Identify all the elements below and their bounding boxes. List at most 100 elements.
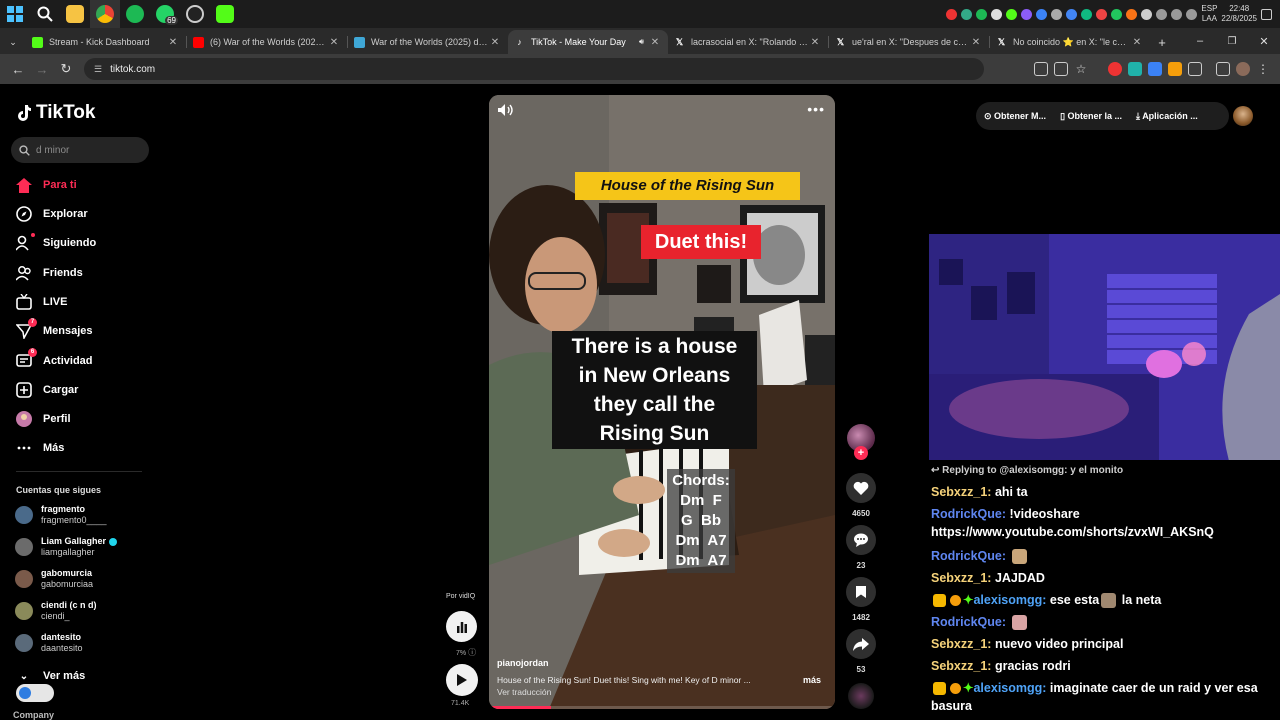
chat-username[interactable]: Sebxzz_1: [931,485,991,499]
volume-icon[interactable] [1186,8,1198,20]
profile-avatar[interactable] [1236,62,1250,76]
tray-icon[interactable] [1006,8,1018,20]
file-explorer-app[interactable] [60,0,90,28]
floating-widget-button[interactable] [16,684,54,702]
tab-close-button[interactable]: ✕ [327,37,341,48]
wifi-icon[interactable] [1156,8,1168,20]
video-player[interactable]: ••• House of the Rising Sun Duet this! T… [489,95,835,709]
tray-icon[interactable] [991,8,1003,20]
new-tab-button[interactable]: + [1150,30,1174,54]
whatsapp-app[interactable]: 69 [150,0,180,28]
sidebar-item-explorar[interactable]: Explorar [16,206,88,222]
back-button[interactable]: ← [6,57,30,81]
browser-tab[interactable]: (6) War of the Worlds (2025) Ice ✕ [187,30,347,54]
volume-button[interactable] [497,103,513,122]
browser-tab[interactable]: Stream - Kick Dashboard ✕ [26,30,186,54]
chat-username[interactable]: Sebxzz_1: [931,637,991,651]
tray-icon[interactable] [1126,8,1138,20]
chat-username[interactable]: Sebxzz_1: [931,659,991,673]
address-bar[interactable]: ☰ tiktok.com [84,58,984,80]
forward-button[interactable]: → [30,57,54,81]
browser-tab[interactable]: War of the Worlds (2025) direct ✕ [348,30,508,54]
obs-app[interactable] [180,0,210,28]
start-button[interactable] [0,0,30,28]
browser-tab[interactable]: 𝕏 No coincido ⭐ en X: "le cuelg ✕ [990,30,1150,54]
company-link[interactable]: Company [13,710,54,720]
keyboard-language[interactable]: ESP LAA [1201,4,1217,24]
sidebar-item-cargar[interactable]: Cargar [16,382,78,398]
kick-app[interactable] [210,0,240,28]
sidebar-item-live[interactable]: LIVE [16,294,67,310]
see-translation-button[interactable]: Ver traducción [497,687,551,697]
video-author[interactable]: pianojordan [497,658,549,668]
play-button[interactable] [446,664,478,696]
tray-icon[interactable] [1141,8,1153,20]
like-button[interactable]: 4650 [846,473,876,518]
tray-icon[interactable] [1021,8,1033,20]
get-app-button[interactable]: ▯ Obtener la ... [1060,111,1122,122]
sidebar-item-siguiendo[interactable]: Siguiendo [16,233,96,251]
tray-icon[interactable] [1111,8,1123,20]
chrome-app[interactable] [90,0,120,28]
followed-account[interactable]: gabomurcia gabomurciaa [15,568,93,590]
chat-username[interactable]: RodrickQue: [931,549,1006,563]
creator-avatar-button[interactable]: + [846,424,876,460]
close-window-button[interactable]: ✕ [1248,29,1280,53]
minimize-button[interactable]: – [1184,29,1216,53]
tray-icon[interactable] [961,8,973,20]
site-info-icon[interactable]: ☰ [94,64,102,75]
tab-close-button[interactable]: ✕ [969,37,983,48]
tray-icon[interactable] [1051,8,1063,20]
followed-account[interactable]: ciendi (c n d) ciendi_ [15,600,97,622]
translate-icon[interactable] [1054,62,1068,76]
tab-close-button[interactable]: ✕ [648,37,662,48]
sidebar-item-actividad[interactable]: 6 Actividad [16,348,93,369]
notification-bell-icon[interactable] [1261,8,1272,20]
browser-tab[interactable]: ♪ TikTok - Make Your Day 🔊︎ ✕ [508,30,668,54]
sidebar-item-friends[interactable]: Friends [16,265,83,281]
extension-icon[interactable] [1128,62,1142,76]
extension-icon[interactable] [1148,62,1162,76]
tab-close-button[interactable]: ✕ [1130,37,1144,48]
reload-button[interactable]: ↻ [54,57,78,81]
description-more-button[interactable]: más [803,675,821,685]
chat-username[interactable]: RodrickQue: [931,615,1006,629]
spotify-app[interactable] [120,0,150,28]
microphone-icon[interactable] [1171,8,1183,20]
share-button[interactable]: 53 [846,629,876,674]
user-avatar[interactable] [1233,106,1253,126]
extension-icon[interactable] [1168,62,1182,76]
tray-icon[interactable] [1096,8,1108,20]
sidebar-item-perfil[interactable]: Perfil [16,411,71,427]
tray-icon[interactable] [946,8,958,20]
sidebar-item-mensajes[interactable]: 7 Mensajes [16,318,93,339]
sidebar-item-ms[interactable]: Más [16,440,64,456]
tiktok-logo[interactable]: TikTok [16,102,95,124]
chat-username[interactable]: RodrickQue: [931,507,1006,521]
tab-audio-icon[interactable]: 🔊︎ [639,37,644,47]
comment-button[interactable]: 23 [846,525,876,570]
kebab-menu-icon[interactable]: ⋮ [1256,62,1270,76]
tab-search-button[interactable]: ⌄ [0,30,26,54]
chat-username[interactable]: alexisomgg: [973,593,1046,607]
browser-tab[interactable]: 𝕏lacrasocial en X: "Rolando Eze r ✕ [668,30,828,54]
tray-icon[interactable] [1066,8,1078,20]
followed-account[interactable]: dantesito daantesito [15,632,83,654]
music-disc-button[interactable] [846,683,876,709]
search-input[interactable]: d minor [11,137,149,163]
video-more-options[interactable]: ••• [807,101,825,117]
restore-button[interactable]: ❐ [1216,29,1248,53]
get-coins-button[interactable]: ⊙ Obtener M... [984,111,1046,122]
chat-username[interactable]: Sebxzz_1: [931,571,991,585]
save-button[interactable]: 1482 [846,577,876,622]
followed-account[interactable]: fragmento fragmento0____ [15,504,107,526]
browser-tab[interactable]: 𝕏ue'ral en X: "Despues de confi ✕ [829,30,989,54]
tray-icon[interactable] [1081,8,1093,20]
tray-icon[interactable] [976,8,988,20]
see-more-button[interactable]: ⌄ Ver más [16,668,85,684]
chat-username[interactable]: alexisomgg: [973,681,1046,695]
reading-list-icon[interactable] [1216,62,1230,76]
install-app-icon[interactable] [1034,62,1048,76]
bookmark-star-icon[interactable]: ☆ [1074,62,1088,76]
tab-close-button[interactable]: ✕ [488,37,502,48]
